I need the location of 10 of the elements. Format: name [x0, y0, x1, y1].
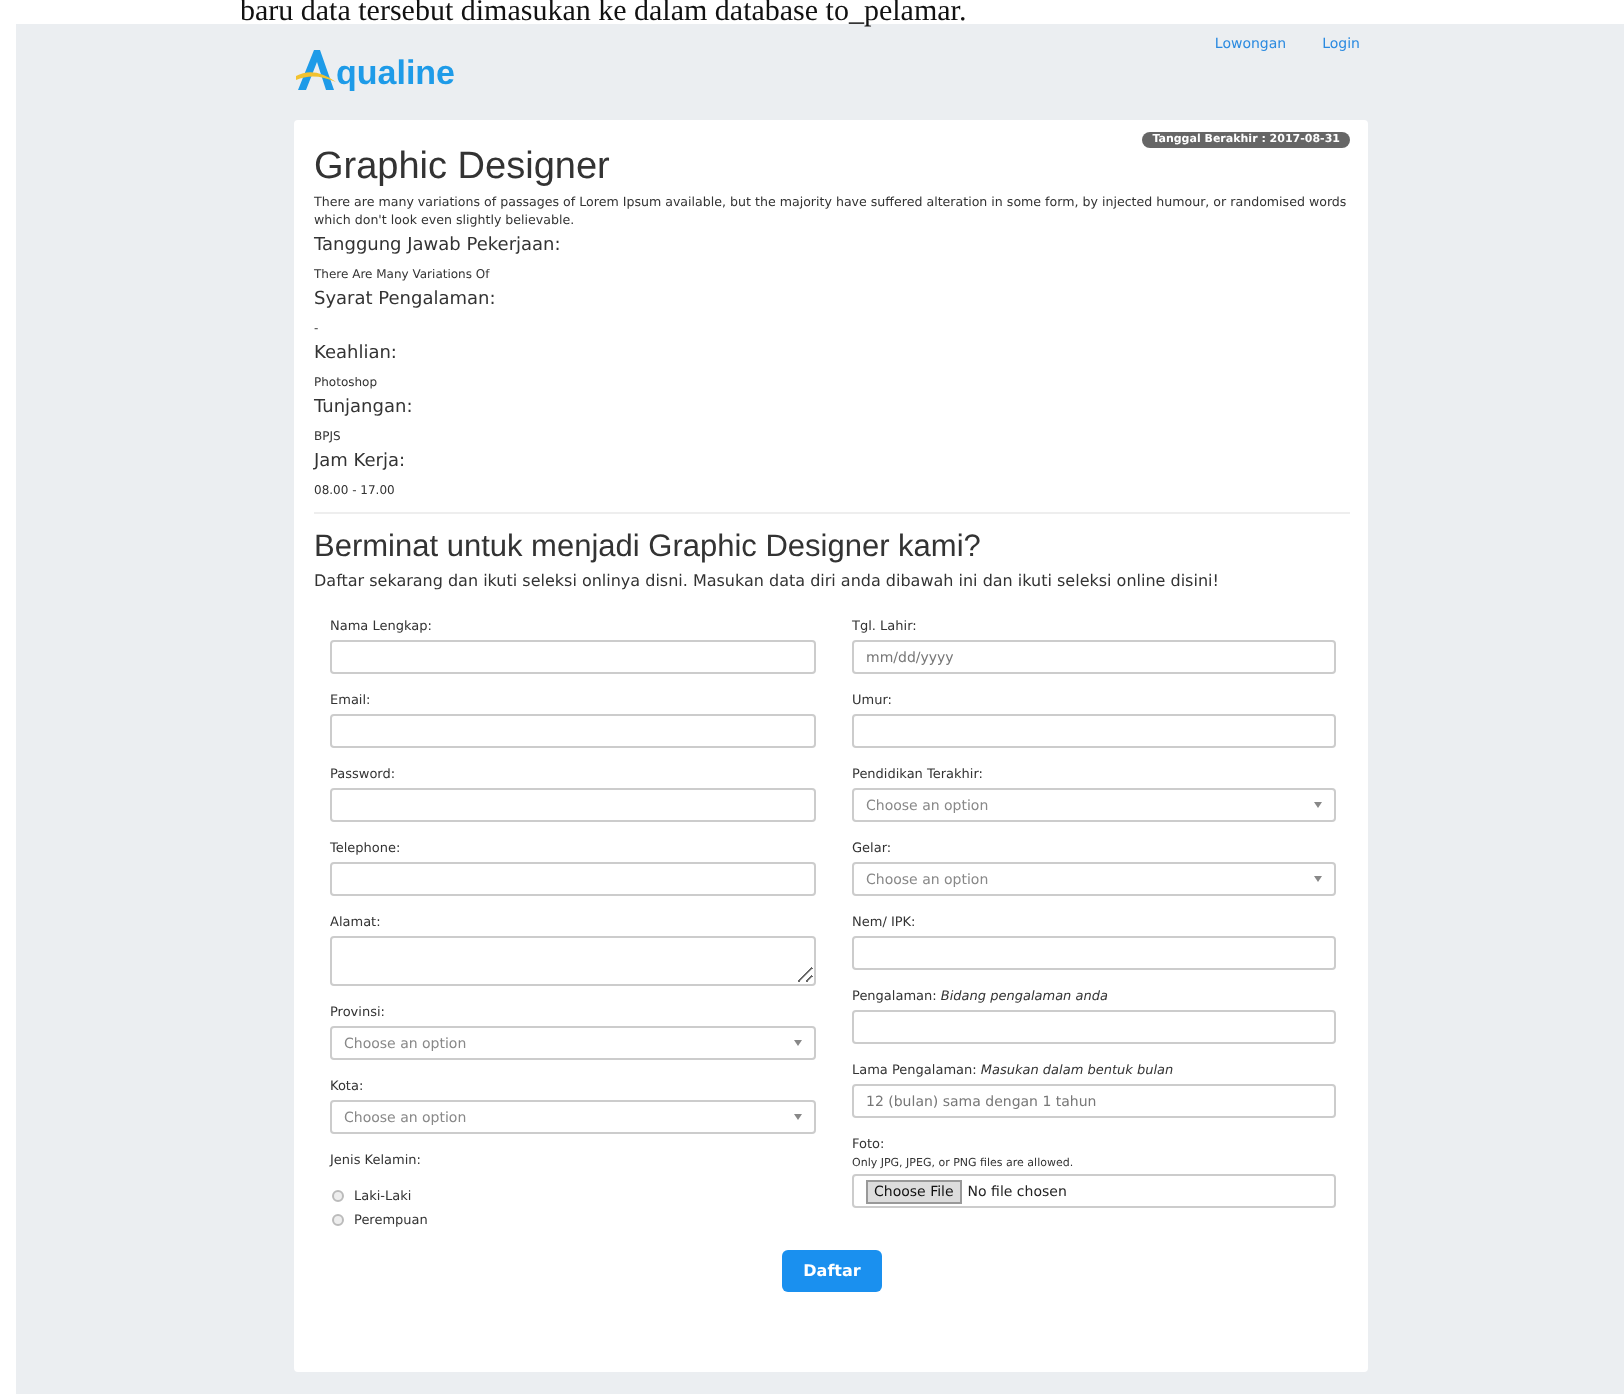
- apply-heading: Berminat untuk menjadi Graphic Designer kami?: [314, 530, 983, 566]
- section-heading: Keahlian:: [314, 344, 399, 366]
- submit-button[interactable]: Daftar: [781, 1250, 883, 1292]
- job-title: Graphic Designer: [314, 148, 612, 188]
- section-heading: Tanggung Jawab Pekerjaan:: [314, 236, 563, 258]
- apply-subtitle: Daftar sekarang dan ikuti seleksi onlinya disni. Masukan data diri anda dibawah ini dan ikuti seleksi online disini!: [314, 570, 1221, 592]
- logo-text: qualine: [336, 56, 456, 92]
- section-heading: Syarat Pengalaman:: [314, 290, 498, 312]
- section-heading: Tunjangan:: [314, 398, 415, 420]
- section-heading: Jam Kerja:: [314, 452, 408, 474]
